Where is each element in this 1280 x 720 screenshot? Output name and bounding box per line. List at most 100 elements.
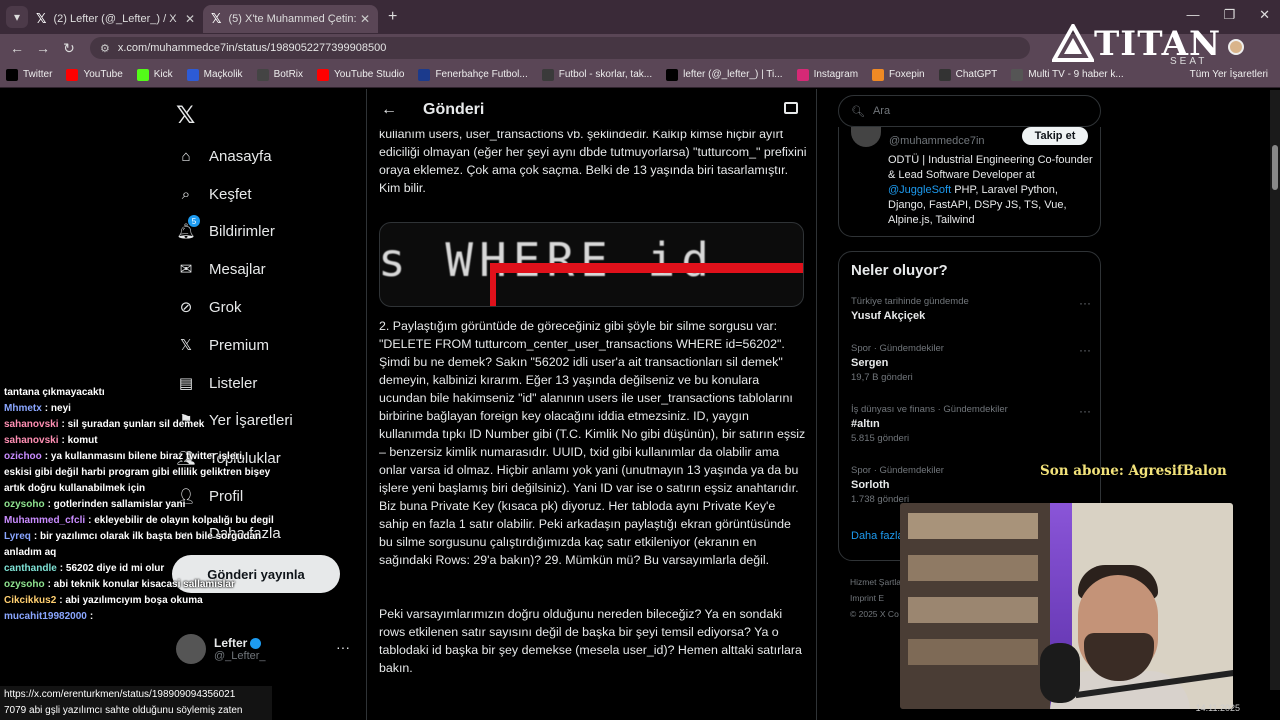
page-title: Gönderi xyxy=(423,101,485,118)
follow-button[interactable]: Takip et xyxy=(1022,127,1088,145)
youtube-studio-icon xyxy=(317,68,330,81)
bookmark-item[interactable]: Instagram xyxy=(796,68,858,81)
trend-more-icon[interactable]: ··· xyxy=(1079,404,1091,418)
chat-text: : gotlerinden sallamislar yani xyxy=(47,499,186,510)
bookmark-label: YouTube xyxy=(83,69,123,80)
bookmark-item[interactable]: Fenerbahçe Futbol... xyxy=(418,68,528,81)
chat-username: canthandle xyxy=(4,563,57,574)
scrollbar-thumb[interactable] xyxy=(1272,145,1278,190)
nav-item-home[interactable]: ⌂ Anasayfa xyxy=(176,146,271,166)
bookmark-item[interactable]: Maçkolik xyxy=(186,68,243,81)
nav-label: Mesajlar xyxy=(209,260,266,278)
more-options-icon[interactable]: ··· xyxy=(336,639,350,655)
webcam-overlay xyxy=(900,503,1233,709)
tiktok-icon xyxy=(666,68,679,81)
chat-text: : neyi xyxy=(44,403,71,414)
post-image[interactable]: s WHERE id xyxy=(379,222,804,307)
bookmark-item[interactable]: YouTube xyxy=(66,68,123,81)
bookmark-item[interactable]: Kick xyxy=(136,68,173,81)
nav-item-bell[interactable]: 🔔︎ 5 Bildirimler xyxy=(176,215,275,241)
chatgpt-icon xyxy=(938,68,951,81)
image-red-bar xyxy=(490,263,803,273)
author-bio: ODTÜ | Industrial Engineering Co-founder… xyxy=(888,153,1093,228)
grok-icon: ⊘ xyxy=(179,299,193,316)
post-paragraph-3: Peki varsayımlarımızın doğru olduğunu ne… xyxy=(379,607,802,675)
bookmark-item[interactable]: Multi TV - 9 haber k... xyxy=(1011,68,1124,81)
nav-item-grok[interactable]: ⊘ Grok xyxy=(176,297,242,317)
reader-mode-icon[interactable] xyxy=(784,102,798,114)
chat-message: mucahit19982000: xyxy=(0,609,275,625)
post-header: ← Gönderi xyxy=(367,89,816,131)
titan-seat-logo: TITAN SEAT xyxy=(1052,20,1227,68)
chat-message: ozysoho: gotlerinden sallamislar yani xyxy=(0,497,275,513)
nav-item-mail[interactable]: ✉ Mesajlar xyxy=(176,259,266,279)
bookmark-item[interactable]: Twitter xyxy=(6,68,52,81)
reload-icon[interactable]: ↻ xyxy=(56,40,82,57)
close-tab-icon[interactable]: ✕ xyxy=(185,12,195,26)
footer-link[interactable]: Imprint E xyxy=(850,590,906,606)
trend-item[interactable]: İş dünyası ve finans · Gündemdekiler #alt… xyxy=(851,404,1091,444)
nav-label: Premium xyxy=(209,336,270,354)
back-icon[interactable]: ← xyxy=(4,40,30,56)
search-input[interactable]: 🔍︎ Ara xyxy=(838,95,1101,127)
titan-logo-icon xyxy=(1052,24,1094,62)
browser-profile-avatar[interactable] xyxy=(1228,39,1244,55)
tab-lefter[interactable]: 𝕏 (2) Lefter (@_Lefter_) / X ✕ xyxy=(28,5,203,33)
tab-search-button[interactable]: ▾ xyxy=(6,6,28,28)
trend-item[interactable]: Türkiye tarihinde gündemde Yusuf Akçiçek ·… xyxy=(851,296,1091,322)
url-text: x.com/muhammedce7in/status/1989052277399… xyxy=(117,42,387,54)
link-preview-status: https://x.com/erenturkmen/status/1989090… xyxy=(0,686,272,720)
bookmark-item[interactable]: YouTube Studio xyxy=(317,68,404,81)
chat-message: ozichoo: ya kullanmasını bilene biraz tw… xyxy=(0,449,275,497)
trend-more-icon[interactable]: ··· xyxy=(1079,343,1091,357)
bookmark-item[interactable]: ChatGPT xyxy=(938,68,998,81)
all-bookmarks-button[interactable]: Tüm Yer İşaretleri xyxy=(1190,69,1268,80)
chat-text: : abi teknik konular kisacasi sallamisla… xyxy=(47,579,235,590)
bio-mention-link[interactable]: @JuggleSoft xyxy=(888,184,951,196)
bookmark-item[interactable]: BotRix xyxy=(256,68,303,81)
forward-icon[interactable]: → xyxy=(30,40,56,56)
x-logo-icon[interactable]: 𝕏 xyxy=(176,101,195,130)
image-text: s WHERE id xyxy=(379,233,715,287)
author-avatar[interactable] xyxy=(851,127,881,147)
footer-link[interactable]: Hizmet Şartları xyxy=(850,574,906,590)
x-premium-icon: 𝕏 xyxy=(179,337,193,354)
trend-more-icon[interactable]: ··· xyxy=(1079,296,1091,310)
post-paragraph-top: kullanım users, user_transactions vb. şe… xyxy=(379,127,807,195)
new-tab-button[interactable]: + xyxy=(388,8,397,26)
nav-item-x-premium[interactable]: 𝕏 Premium xyxy=(176,335,269,355)
chat-message: canthandle: 56202 diye id mi olur xyxy=(0,561,275,577)
close-tab-icon[interactable]: ✕ xyxy=(360,12,370,26)
bookmark-label: ChatGPT xyxy=(955,69,998,80)
page-scrollbar[interactable] xyxy=(1270,90,1280,690)
bell-icon: 🔔︎ 5 xyxy=(176,215,200,241)
trend-name: Sergen xyxy=(851,357,889,369)
chat-message: sahanovski: sil şuradan şunları sil deme… xyxy=(0,417,275,433)
chat-message: Muhammed_cfcli: ekleyebilir de olayın ko… xyxy=(0,513,275,529)
close-window-icon[interactable]: ✕ xyxy=(1259,7,1270,23)
youtube-icon xyxy=(66,68,79,81)
stream-chat-overlay: tantana çıkmayacaktı Mhmetx: neyi sahanovs… xyxy=(0,385,275,685)
kick-icon xyxy=(136,68,149,81)
chat-text: : ya kullanmasını bilene biraz twitter i… xyxy=(4,451,271,494)
author-handle[interactable]: @muhammedce7in xyxy=(889,135,985,147)
tab-status[interactable]: 𝕏 (5) X'te Muhammed Çetin: "@F ✕ xyxy=(203,5,378,33)
back-arrow-icon[interactable]: ← xyxy=(381,101,397,119)
bookmark-item[interactable]: lefter (@_lefter_) | Ti... xyxy=(666,68,783,81)
trends-title: Neler oluyor? xyxy=(851,262,948,279)
trend-item[interactable]: Spor · Gündemdekiler Sergen 19,7 B gönderi… xyxy=(851,343,1091,383)
url-field[interactable]: ⚙ x.com/muhammedce7in/status/19890522773… xyxy=(90,37,1030,59)
multitv-icon xyxy=(1011,68,1024,81)
x-favicon-icon: 𝕏 xyxy=(36,11,47,26)
latest-subscriber-alert: Son abone: AgresifBalon xyxy=(1040,463,1227,479)
bookmark-item[interactable]: Foxepin xyxy=(872,68,925,81)
nav-item-search[interactable]: ⌕ Keşfet xyxy=(176,184,252,204)
chat-message: Cikcikkus2: abi yazılımcıyım boşa okuma xyxy=(0,593,275,609)
trend-name: #altın xyxy=(851,418,880,430)
show-more-link[interactable]: Daha fazla xyxy=(851,530,904,542)
tab-title: (2) Lefter (@_Lefter_) / X xyxy=(53,13,177,25)
bookmark-label: lefter (@_lefter_) | Ti... xyxy=(683,69,783,80)
site-info-icon[interactable]: ⚙ xyxy=(100,42,110,55)
bookmark-item[interactable]: Futbol - skorlar, tak... xyxy=(541,68,652,81)
sidebar-footer: Hizmet Şartları Imprint E © 2025 X Co xyxy=(850,574,906,622)
